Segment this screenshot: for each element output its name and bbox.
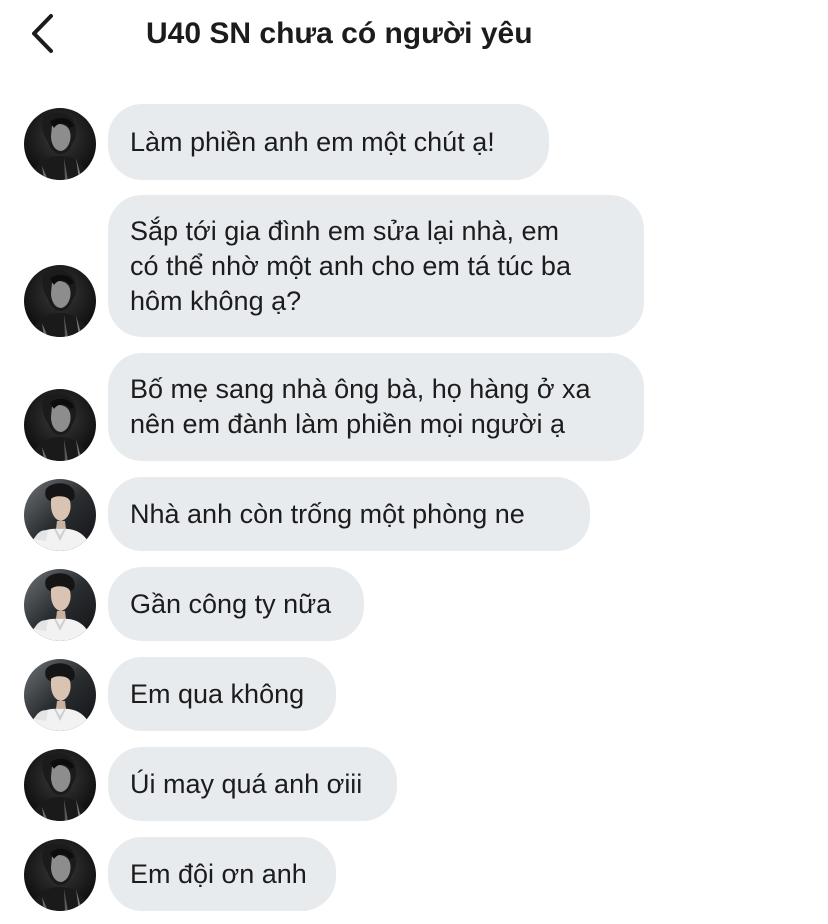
avatar[interactable] [24,108,96,180]
portrait-image [24,659,96,731]
message-bubble[interactable]: Úi may quá anh ơiii [108,747,397,821]
message-text: Bố mẹ sang nhà ông bà, họ hàng ở xa nên … [130,374,591,439]
portrait-image [24,265,96,337]
message-bubble[interactable]: Làm phiền anh em một chút ạ! [108,104,549,180]
avatar[interactable] [24,749,96,821]
avatar[interactable] [24,389,96,461]
portrait-image [24,749,96,821]
message-bubble[interactable]: Nhà anh còn trống một phòng ne [108,477,590,551]
message-bubble[interactable]: Em đội ơn anh [108,837,336,911]
message-bubble[interactable]: Gần công ty nữa [108,567,364,641]
avatar[interactable] [24,569,96,641]
avatar[interactable] [24,659,96,731]
portrait-image [24,389,96,461]
message-text: Em đội ơn anh [130,858,307,889]
message-text: Nhà anh còn trống một phòng ne [130,498,525,529]
message-text: Sắp tới gia đình em sửa lại nhà, em có t… [130,215,571,316]
message-bubble[interactable]: Sắp tới gia đình em sửa lại nhà, em có t… [108,195,644,337]
portrait-image [24,569,96,641]
message-text: Gần công ty nữa [130,588,332,619]
avatar[interactable] [24,265,96,337]
avatar[interactable] [24,479,96,551]
message-list: Làm phiền anh em một chút ạ! Sắp tới gia… [0,0,828,924]
message-text: Úi may quá anh ơiii [130,768,363,799]
message-bubble[interactable]: Em qua không [108,657,336,731]
message-text: Em qua không [130,678,305,709]
message-bubble[interactable]: Bố mẹ sang nhà ông bà, họ hàng ở xa nên … [108,353,644,461]
message-text: Làm phiền anh em một chút ạ! [130,126,495,157]
avatar[interactable] [24,839,96,911]
portrait-image [24,839,96,911]
portrait-image [24,479,96,551]
portrait-image [24,108,96,180]
